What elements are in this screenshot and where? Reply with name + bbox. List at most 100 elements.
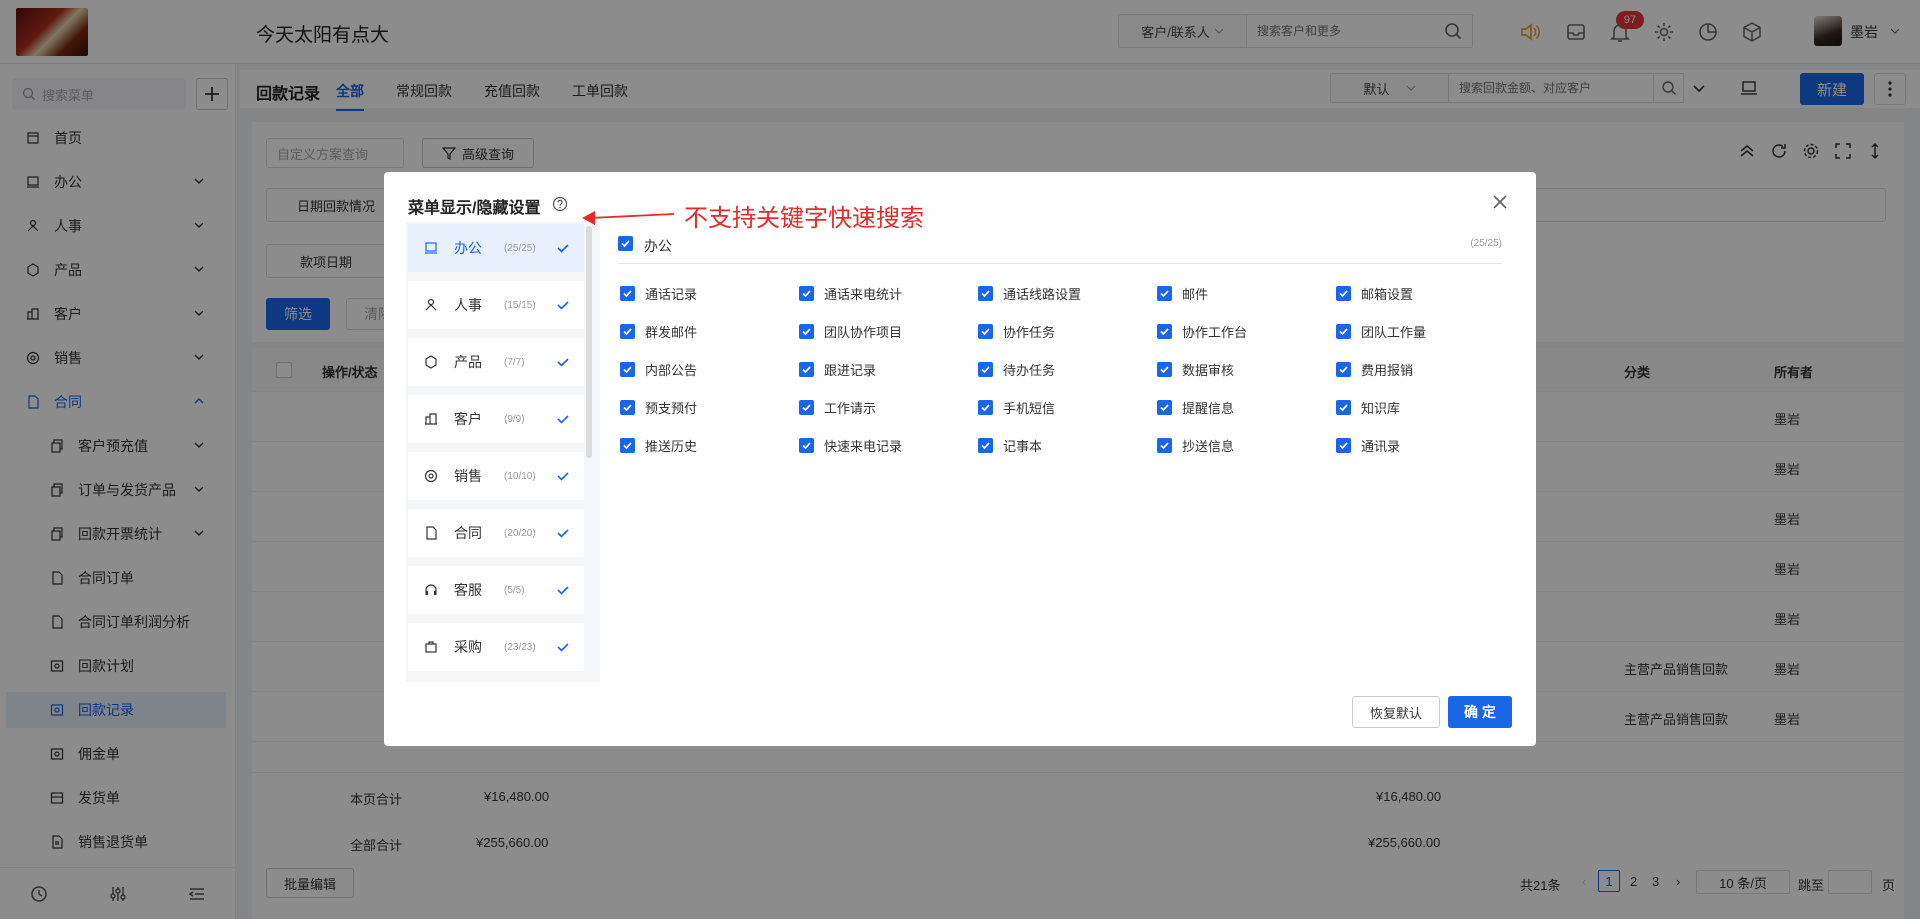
- checkbox-checked-icon[interactable]: [620, 438, 635, 453]
- option-label: 预支预付: [645, 401, 698, 416]
- checkbox-checked-icon[interactable]: [1157, 362, 1172, 377]
- section-count: (25/25): [1470, 238, 1502, 249]
- option-item[interactable]: 手机短信: [978, 398, 1055, 417]
- option-item[interactable]: 抄送信息: [1157, 436, 1234, 455]
- option-label: 团队工作量: [1361, 325, 1427, 340]
- check-icon: [556, 469, 570, 483]
- section-name: 办公: [644, 238, 672, 254]
- checkbox-checked-icon[interactable]: [799, 324, 814, 339]
- checkbox-checked-icon[interactable]: [1336, 438, 1351, 453]
- category-hr[interactable]: 人事 (15/15): [408, 281, 584, 329]
- checkbox-checked-icon[interactable]: [978, 438, 993, 453]
- option-label: 费用报销: [1361, 363, 1414, 378]
- option-item[interactable]: 团队协作项目: [799, 322, 902, 341]
- purchase-icon: [424, 640, 442, 654]
- section-checkbox[interactable]: [618, 236, 633, 251]
- option-label: 协作工作台: [1182, 325, 1248, 340]
- option-label: 抄送信息: [1182, 439, 1235, 454]
- checkbox-checked-icon[interactable]: [620, 324, 635, 339]
- confirm-button[interactable]: 确 定: [1448, 696, 1512, 728]
- annotation-arrow: [580, 204, 676, 232]
- option-label: 通话线路设置: [1003, 287, 1082, 302]
- option-item[interactable]: 提醒信息: [1157, 398, 1234, 417]
- option-item[interactable]: 待办任务: [978, 360, 1055, 379]
- option-item[interactable]: 预支预付: [620, 398, 697, 417]
- check-icon: [556, 526, 570, 540]
- checkbox-checked-icon[interactable]: [1336, 324, 1351, 339]
- close-icon[interactable]: [1488, 190, 1512, 214]
- checkbox-checked-icon[interactable]: [799, 362, 814, 377]
- option-item[interactable]: 内部公告: [620, 360, 697, 379]
- checkbox-checked-icon[interactable]: [978, 362, 993, 377]
- option-label: 提醒信息: [1182, 401, 1235, 416]
- option-item[interactable]: 邮件: [1157, 284, 1208, 303]
- checkbox-checked-icon[interactable]: [978, 400, 993, 415]
- option-item[interactable]: 记事本: [978, 436, 1042, 455]
- headset-icon: [424, 583, 442, 597]
- sales-icon: [424, 469, 442, 483]
- checkbox-checked-icon[interactable]: [1336, 362, 1351, 377]
- option-label: 团队协作项目: [824, 325, 903, 340]
- checkbox-checked-icon[interactable]: [1157, 400, 1172, 415]
- option-item[interactable]: 数据审核: [1157, 360, 1234, 379]
- option-item[interactable]: 跟进记录: [799, 360, 876, 379]
- option-item[interactable]: 通讯录: [1336, 436, 1400, 455]
- option-item[interactable]: 推送历史: [620, 436, 697, 455]
- option-label: 通话来电统计: [824, 287, 903, 302]
- option-item[interactable]: 费用报销: [1336, 360, 1413, 379]
- option-label: 群发邮件: [645, 325, 698, 340]
- category-sales[interactable]: 销售 (10/10): [408, 452, 584, 500]
- category-purchase[interactable]: 采购 (23/23): [408, 623, 584, 671]
- option-item[interactable]: 通话记录: [620, 284, 697, 303]
- checkbox-checked-icon[interactable]: [1157, 286, 1172, 301]
- option-item[interactable]: 协作任务: [978, 322, 1055, 341]
- option-item[interactable]: 通话线路设置: [978, 284, 1081, 303]
- checkbox-checked-icon[interactable]: [978, 324, 993, 339]
- checkbox-checked-icon[interactable]: [620, 286, 635, 301]
- checkbox-checked-icon[interactable]: [1336, 400, 1351, 415]
- checkbox-checked-icon[interactable]: [620, 400, 635, 415]
- option-label: 通话记录: [645, 287, 698, 302]
- category-service[interactable]: 客服 (5/5): [408, 566, 584, 614]
- option-label: 跟进记录: [824, 363, 877, 378]
- option-label: 记事本: [1003, 439, 1043, 454]
- option-item[interactable]: 通话来电统计: [799, 284, 902, 303]
- customer-icon: [424, 412, 442, 426]
- category-product[interactable]: 产品 (7/7): [408, 338, 584, 386]
- option-item[interactable]: 团队工作量: [1336, 322, 1426, 341]
- option-item[interactable]: 协作工作台: [1157, 322, 1247, 341]
- category-customer[interactable]: 客户 (9/9): [408, 395, 584, 443]
- option-item[interactable]: 快速来电记录: [799, 436, 902, 455]
- checkbox-checked-icon[interactable]: [1157, 438, 1172, 453]
- checkbox-checked-icon[interactable]: [978, 286, 993, 301]
- category-office[interactable]: 办公 (25/25): [408, 224, 584, 272]
- checkbox-checked-icon[interactable]: [1157, 324, 1172, 339]
- hr-icon: [424, 298, 442, 312]
- checkbox-checked-icon[interactable]: [799, 400, 814, 415]
- option-label: 工作请示: [824, 401, 877, 416]
- help-icon[interactable]: [552, 196, 568, 212]
- option-item[interactable]: 工作请示: [799, 398, 876, 417]
- checkbox-checked-icon[interactable]: [799, 438, 814, 453]
- checkbox-checked-icon[interactable]: [620, 362, 635, 377]
- menu-visibility-modal: 菜单显示/隐藏设置 办公 (25/25) 人事 (15/15) 产品 (7/7) 客户…: [384, 172, 1536, 746]
- checkbox-checked-icon[interactable]: [1336, 286, 1351, 301]
- product-icon: [424, 355, 442, 369]
- category-contract[interactable]: 合同 (20/20): [408, 509, 584, 557]
- annotation-text: 不支持关键字快速搜索: [684, 204, 924, 232]
- option-label: 知识库: [1361, 401, 1401, 416]
- checkbox-checked-icon[interactable]: [799, 286, 814, 301]
- option-item[interactable]: 知识库: [1336, 398, 1400, 417]
- category-scrollbar[interactable]: [586, 226, 592, 458]
- option-label: 手机短信: [1003, 401, 1056, 416]
- option-item[interactable]: 邮箱设置: [1336, 284, 1413, 303]
- check-icon: [556, 355, 570, 369]
- option-item[interactable]: 群发邮件: [620, 322, 697, 341]
- contract-icon: [424, 526, 442, 540]
- option-label: 内部公告: [645, 363, 698, 378]
- option-label: 邮件: [1182, 287, 1209, 302]
- check-icon: [556, 412, 570, 426]
- modal-title: 菜单显示/隐藏设置: [408, 200, 541, 217]
- reset-default-button[interactable]: 恢复默认: [1352, 696, 1440, 728]
- option-label: 协作任务: [1003, 325, 1056, 340]
